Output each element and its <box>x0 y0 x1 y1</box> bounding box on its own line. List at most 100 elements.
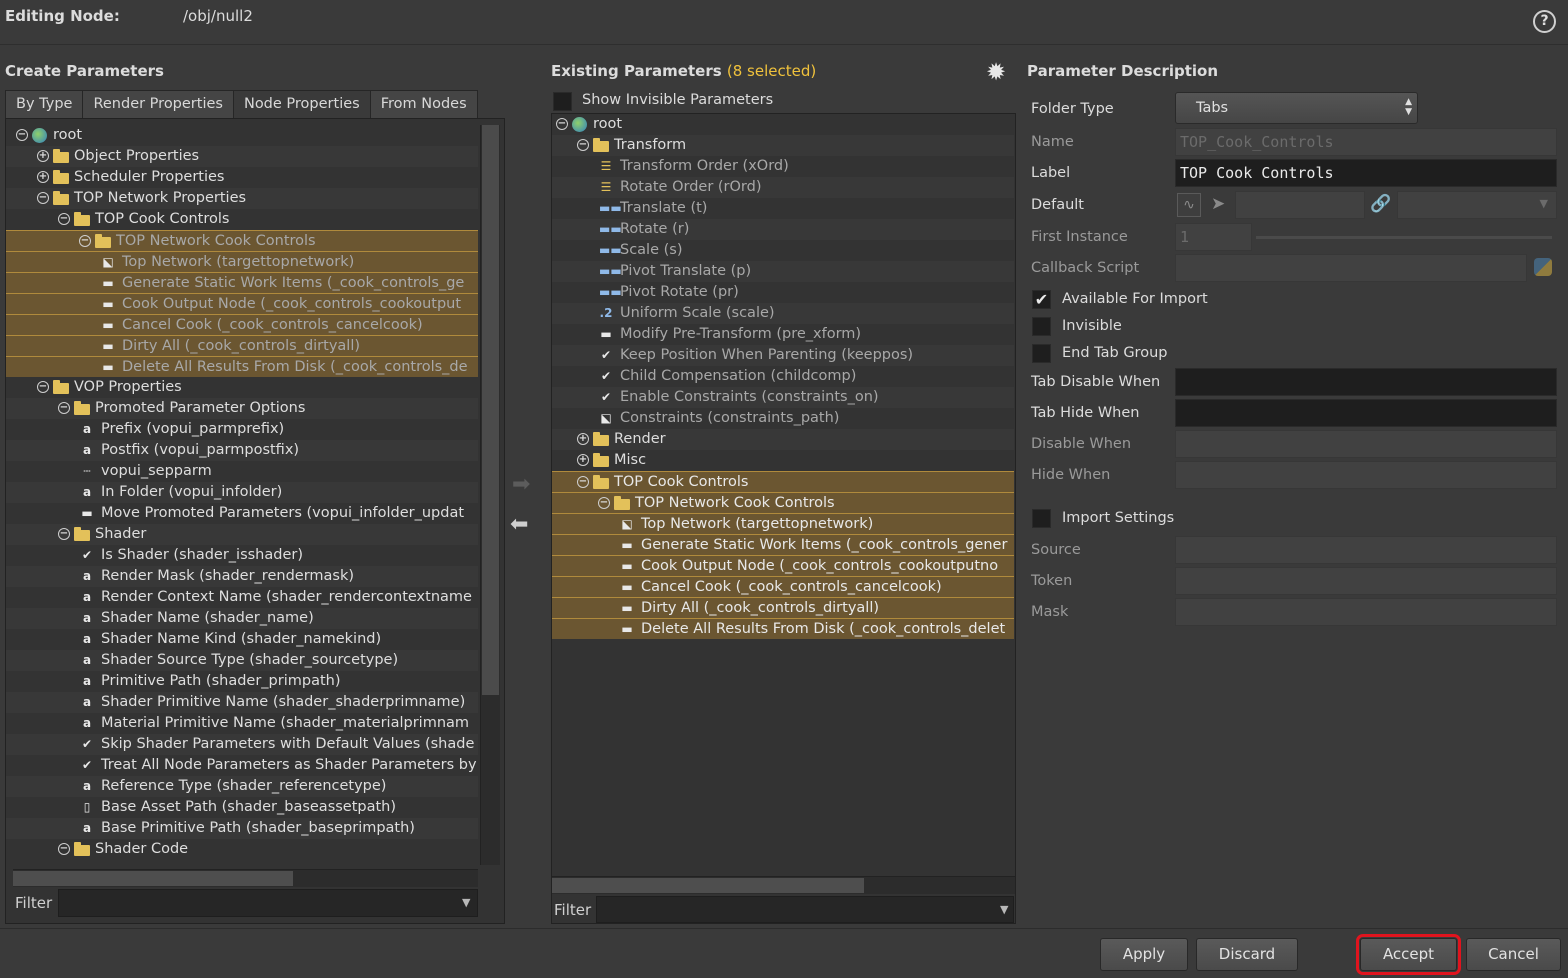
tree-param-row[interactable]: ✔ Keep Position When Parenting (keeppos) <box>552 345 1014 366</box>
apply-button[interactable]: Apply <box>1100 938 1188 971</box>
scroll-thumb[interactable] <box>552 878 864 893</box>
collapse-icon[interactable]: − <box>58 213 70 225</box>
token-field[interactable] <box>1175 567 1557 595</box>
tree-param-row[interactable]: ▬▬ Translate (t) <box>552 198 1014 219</box>
tab-hide-when-field[interactable] <box>1175 399 1557 427</box>
tree-param-row[interactable]: ⬕ Top Network (targettopnetwork) <box>6 251 478 272</box>
tree-folder-row[interactable]: − root <box>6 125 478 146</box>
tree-param-row[interactable]: ✔ Skip Shader Parameters with Default Val… <box>6 734 478 755</box>
tree-param-row[interactable]: .2 Uniform Scale (scale) <box>552 303 1014 324</box>
tree-folder-row[interactable]: − TOP Network Properties <box>6 188 478 209</box>
tree-param-row[interactable]: ▬ Generate Static Work Items (_cook_contr… <box>552 534 1014 555</box>
invisible-checkbox[interactable] <box>1032 317 1051 336</box>
collapse-icon[interactable]: − <box>79 235 91 247</box>
tree-param-row[interactable]: ▬ Cancel Cook (_cook_controls_cancelcook) <box>6 314 478 335</box>
tree-param-row[interactable]: a Primitive Path (shader_primpath) <box>6 671 478 692</box>
tree-param-row[interactable]: ▬▬ Pivot Rotate (pr) <box>552 282 1014 303</box>
collapse-icon[interactable]: − <box>58 843 70 855</box>
tree-folder-row[interactable]: + Misc <box>552 450 1014 471</box>
tree-param-row[interactable]: a Shader Name (shader_name) <box>6 608 478 629</box>
tree-param-row[interactable]: a Postfix (vopui_parmpostfix) <box>6 440 478 461</box>
first-instance-slider[interactable] <box>1256 236 1552 239</box>
tree-folder-row[interactable]: − Shader <box>6 524 478 545</box>
collapse-icon[interactable]: − <box>577 476 589 488</box>
default-field-1[interactable] <box>1235 191 1365 219</box>
tree-param-row[interactable]: ⬕ Top Network (targettopnetwork) <box>552 513 1014 534</box>
tree-folder-row[interactable]: − TOP Network Cook Controls <box>552 492 1014 513</box>
show-invisible-checkbox[interactable] <box>553 92 572 111</box>
tree-folder-row[interactable]: + Render <box>552 429 1014 450</box>
callback-script-field[interactable] <box>1175 254 1527 282</box>
tree-folder-row[interactable]: − Promoted Parameter Options <box>6 398 478 419</box>
chevron-down-icon[interactable]: ▼ <box>462 896 470 909</box>
tree-param-row[interactable]: a In Folder (vopui_infolder) <box>6 482 478 503</box>
tree-param-row[interactable]: ☰ Transform Order (xOrd) <box>552 156 1014 177</box>
tree-folder-row[interactable]: − TOP Cook Controls <box>552 471 1014 492</box>
tree-param-row[interactable]: ⬕ Constraints (constraints_path) <box>552 408 1014 429</box>
tree-param-row[interactable]: ✔ Treat All Node Parameters as Shader Par… <box>6 755 478 776</box>
tree-folder-row[interactable]: + Scheduler Properties <box>6 167 478 188</box>
tree-param-row[interactable]: a Prefix (vopui_parmprefix) <box>6 419 478 440</box>
tree-param-row[interactable]: a Material Primitive Name (shader_materia… <box>6 713 478 734</box>
expand-icon[interactable]: + <box>577 433 589 445</box>
expand-icon[interactable]: + <box>577 454 589 466</box>
collapse-icon[interactable]: − <box>58 528 70 540</box>
tree-param-row[interactable]: ▬ Cancel Cook (_cook_controls_cancelcook) <box>552 576 1014 597</box>
tab-node-properties[interactable]: Node Properties <box>232 90 371 118</box>
tree-param-row[interactable]: a Shader Name Kind (shader_namekind) <box>6 629 478 650</box>
tree-folder-row[interactable]: + Object Properties <box>6 146 478 167</box>
tree-folder-row[interactable]: − root <box>552 114 1014 135</box>
cancel-button[interactable]: Cancel <box>1466 938 1561 971</box>
collapse-icon[interactable]: − <box>58 402 70 414</box>
collapse-icon[interactable]: − <box>577 139 589 151</box>
tab-render-properties[interactable]: Render Properties <box>82 90 234 118</box>
available-for-import-checkbox[interactable]: ✔ <box>1032 290 1051 309</box>
tree-param-row[interactable]: a Render Context Name (shader_renderconte… <box>6 587 478 608</box>
link-icon[interactable]: 🔗 <box>1370 194 1391 214</box>
expression-icon[interactable]: ∿ <box>1177 193 1201 217</box>
disable-when-field[interactable] <box>1175 430 1557 458</box>
tab-from-nodes[interactable]: From Nodes <box>369 90 478 118</box>
tree-param-row[interactable]: ▬ Delete All Results From Disk (_cook_con… <box>552 618 1014 639</box>
existing-parameters-tree[interactable]: − root − Transform ☰ Transform Order (xOrd) ☰ R… <box>551 113 1016 924</box>
add-right-arrow-icon[interactable]: ➡ <box>512 472 530 497</box>
tree-param-row[interactable]: ▬ Cook Output Node (_cook_controls_cookou… <box>6 293 478 314</box>
tree-param-row[interactable]: ▬▬ Rotate (r) <box>552 219 1014 240</box>
existing-filter-input[interactable] <box>596 896 1014 923</box>
default-field-2[interactable]: ▼ <box>1397 191 1557 219</box>
tree-param-row[interactable]: a Reference Type (shader_referencetype) <box>6 776 478 797</box>
tree-param-row[interactable]: ✔ Child Compensation (childcomp) <box>552 366 1014 387</box>
accept-button[interactable]: Accept <box>1356 934 1461 975</box>
mask-field[interactable] <box>1175 598 1557 626</box>
python-icon[interactable] <box>1534 258 1552 276</box>
tree-param-row[interactable]: ▯ Base Asset Path (shader_baseassetpath) <box>6 797 478 818</box>
tree-param-row[interactable]: ▬▬ Pivot Translate (p) <box>552 261 1014 282</box>
tree-param-row[interactable]: a Shader Primitive Name (shader_shaderpri… <box>6 692 478 713</box>
tree-param-row[interactable]: ✔ Enable Constraints (constraints_on) <box>552 387 1014 408</box>
tree-folder-row[interactable]: − TOP Cook Controls <box>6 209 478 230</box>
collapse-icon[interactable]: − <box>16 129 28 141</box>
first-instance-field[interactable]: 1 <box>1175 223 1252 251</box>
collapse-icon[interactable]: − <box>37 192 49 204</box>
folder-type-select[interactable]: Tabs ▲ ▼ <box>1175 92 1418 124</box>
create-tree-horizontal-scrollbar[interactable] <box>13 869 478 887</box>
tree-param-row[interactable]: ▬ Modify Pre-Transform (pre_xform) <box>552 324 1014 345</box>
create-parameters-tree[interactable]: − root + Object Properties + Scheduler Proper… <box>5 118 505 924</box>
expand-icon[interactable]: + <box>37 171 49 183</box>
hide-when-field[interactable] <box>1175 461 1557 489</box>
end-tab-group-checkbox[interactable] <box>1032 344 1051 363</box>
remove-left-arrow-icon[interactable]: ⬅ <box>510 512 528 537</box>
chevron-down-icon[interactable]: ▼ <box>1000 903 1008 916</box>
pointer-icon[interactable]: ➤ <box>1211 194 1225 214</box>
tree-param-row[interactable]: a Shader Source Type (shader_sourcetype) <box>6 650 478 671</box>
collapse-icon[interactable]: − <box>556 118 568 130</box>
tree-param-row[interactable]: ☰ Rotate Order (rOrd) <box>552 177 1014 198</box>
existing-tree-horizontal-scrollbar[interactable] <box>552 876 1015 894</box>
name-field[interactable]: TOP_Cook_Controls <box>1175 128 1557 156</box>
tree-folder-row[interactable]: − Transform <box>552 135 1014 156</box>
scroll-thumb[interactable] <box>482 125 499 695</box>
collapse-icon[interactable]: − <box>37 381 49 393</box>
tab-by-type[interactable]: By Type <box>5 90 84 118</box>
create-filter-input[interactable] <box>58 889 478 917</box>
tree-param-row[interactable]: ▬ Generate Static Work Items (_cook_contr… <box>6 272 478 293</box>
